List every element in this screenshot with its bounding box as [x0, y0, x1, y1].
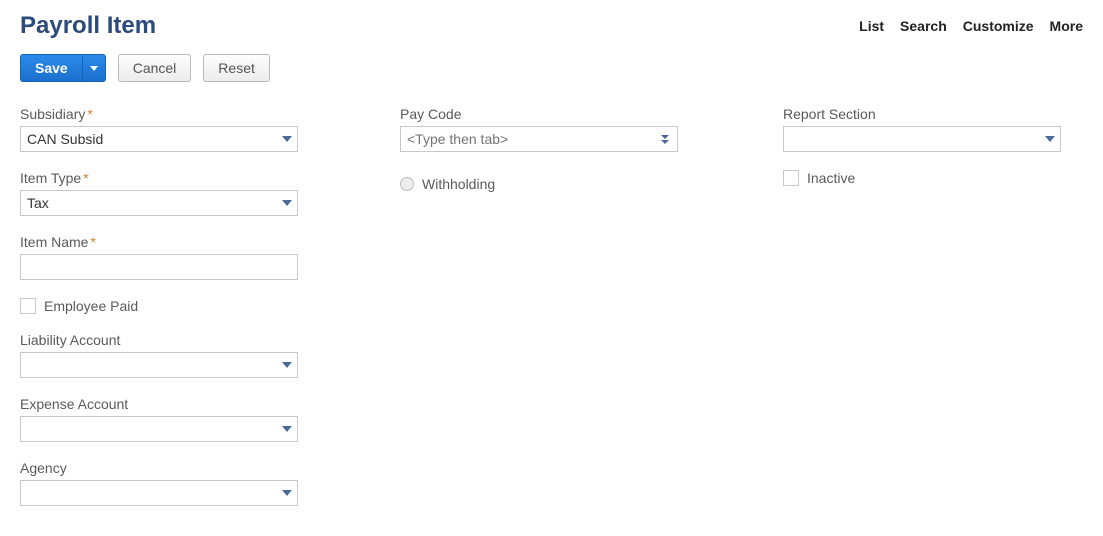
withholding-radio[interactable] — [400, 177, 414, 191]
withholding-label: Withholding — [422, 176, 495, 192]
subsidiary-select-value: CAN Subsid — [20, 126, 298, 152]
header-link-more[interactable]: More — [1050, 18, 1083, 34]
header-link-customize[interactable]: Customize — [963, 18, 1034, 34]
employee-paid-checkbox[interactable] — [20, 298, 36, 314]
agency-select[interactable] — [20, 480, 298, 506]
form-column-2: Pay Code Withholding — [400, 106, 700, 524]
inactive-label: Inactive — [807, 170, 855, 186]
chevron-down-icon — [661, 135, 669, 139]
toolbar: Save Cancel Reset — [20, 54, 1083, 82]
employee-paid-label: Employee Paid — [44, 298, 138, 314]
save-button[interactable]: Save — [20, 54, 82, 82]
page-title: Payroll Item — [20, 12, 156, 40]
report-section-select-value — [783, 126, 1061, 152]
cancel-button[interactable]: Cancel — [118, 54, 192, 82]
report-section-label: Report Section — [783, 106, 1043, 122]
liability-account-select-value — [20, 352, 298, 378]
required-star-icon: * — [83, 170, 88, 186]
item-type-select-value: Tax — [20, 190, 298, 216]
subsidiary-select[interactable]: CAN Subsid — [20, 126, 298, 152]
required-star-icon: * — [90, 234, 95, 250]
pay-code-label: Pay Code — [400, 106, 700, 122]
report-section-select[interactable] — [783, 126, 1061, 152]
inactive-checkbox[interactable] — [783, 170, 799, 186]
item-name-input[interactable] — [20, 254, 298, 280]
pay-code-combo[interactable] — [400, 126, 678, 152]
save-dropdown-caret[interactable] — [82, 54, 106, 82]
header-link-list[interactable]: List — [859, 18, 884, 34]
liability-account-label: Liability Account — [20, 332, 360, 348]
item-type-select[interactable]: Tax — [20, 190, 298, 216]
agency-label: Agency — [20, 460, 360, 476]
expense-account-select[interactable] — [20, 416, 298, 442]
caret-down-icon — [90, 66, 98, 71]
subsidiary-label: Subsidiary* — [20, 106, 360, 122]
reset-button[interactable]: Reset — [203, 54, 270, 82]
header-actions: List Search Customize More — [859, 18, 1083, 34]
chevron-down-icon — [661, 140, 669, 144]
expense-account-label: Expense Account — [20, 396, 360, 412]
required-star-icon: * — [87, 106, 92, 122]
form-column-1: Subsidiary* CAN Subsid Item Type* Tax It… — [20, 106, 360, 524]
form-column-3: Report Section Inactive — [783, 106, 1083, 524]
item-type-label: Item Type* — [20, 170, 360, 186]
save-button-group: Save — [20, 54, 106, 82]
liability-account-select[interactable] — [20, 352, 298, 378]
item-name-label: Item Name* — [20, 234, 360, 250]
expense-account-select-value — [20, 416, 298, 442]
header-link-search[interactable]: Search — [900, 18, 947, 34]
pay-code-input[interactable] — [400, 126, 678, 152]
agency-select-value — [20, 480, 298, 506]
pay-code-dropdown-icon[interactable] — [654, 128, 676, 150]
